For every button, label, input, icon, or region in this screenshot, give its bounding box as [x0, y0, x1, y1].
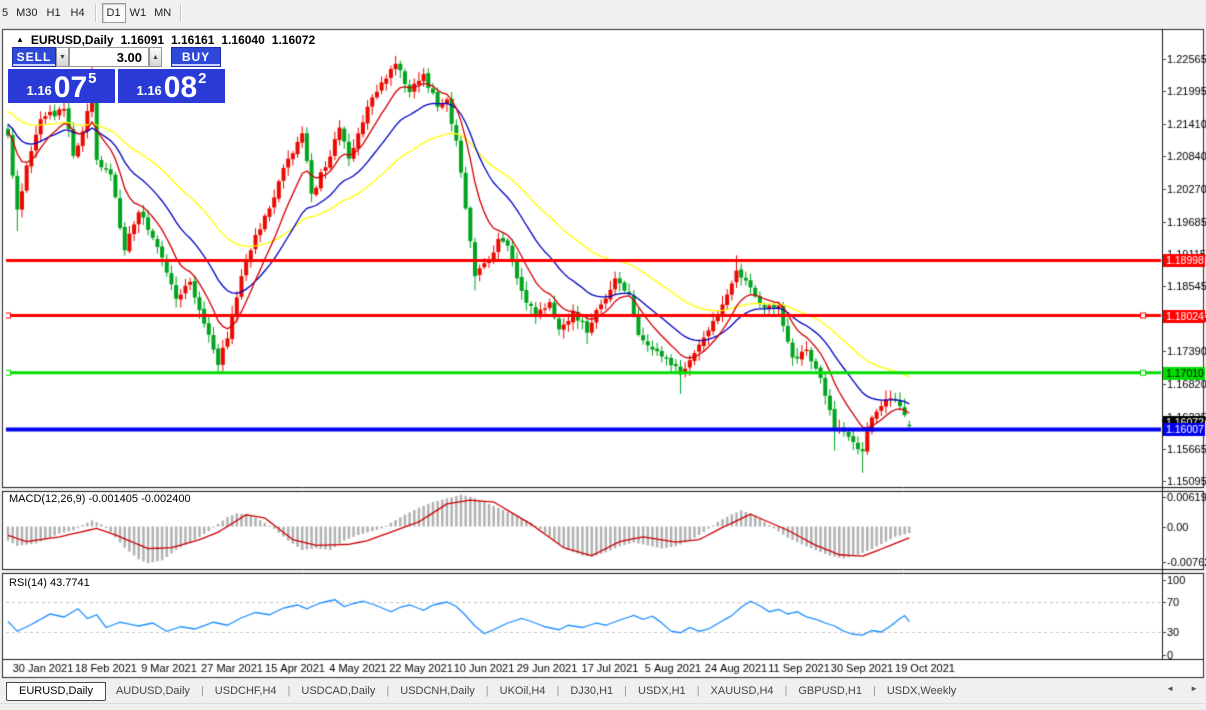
ohlc-low: 1.16040	[221, 33, 264, 47]
ohlc-high: 1.16161	[171, 33, 214, 47]
timeframe-toolbar: 5 M30H1H4 D1W1MN	[0, 0, 1206, 26]
timeframe-m5-clipped[interactable]: 5	[2, 4, 12, 22]
tab-usdx-h1[interactable]: USDX,H1	[628, 683, 696, 699]
rsi-indicator-label: RSI(14) 43.7741	[9, 577, 90, 589]
bid-price-pip-digit: 5	[88, 70, 96, 87]
ask-price-pip-digit: 2	[198, 70, 206, 87]
symbol-up-arrow-icon: ▲	[16, 35, 24, 44]
bid-price-prefix: 1.16	[26, 83, 51, 98]
ohlc-close: 1.16072	[272, 33, 315, 47]
price-chart-canvas[interactable]	[0, 0, 1206, 710]
ask-price-big-digits: 08	[164, 75, 197, 101]
tab-eurusd-daily[interactable]: EURUSD,Daily	[6, 682, 106, 701]
tab-usdx-weekly[interactable]: USDX,Weekly	[877, 683, 966, 699]
symbol-tab-bar: EURUSD,DailyAUDUSD,Daily|USDCHF,H4|USDCA…	[0, 679, 1206, 703]
bid-price-tile[interactable]: 1.16 07 5	[8, 69, 115, 103]
one-click-trading-panel: SELL ▼ 3.00 ▲ BUY 1.16 07 5 1.16 08 2	[8, 47, 226, 103]
timeframe-m30-button[interactable]: M30	[12, 4, 41, 22]
tab-gbpusd-h1[interactable]: GBPUSD,H1	[788, 683, 872, 699]
tab-ukoil-h4[interactable]: UKOil,H4	[490, 683, 556, 699]
timeframe-mn-button[interactable]: MN	[150, 4, 175, 22]
chart-symbol-period: EURUSD,Daily	[31, 33, 114, 47]
timeframe-w1-button[interactable]: W1	[126, 4, 151, 22]
ask-price-prefix: 1.16	[136, 83, 161, 98]
tab-usdcad-daily[interactable]: USDCAD,Daily	[291, 683, 385, 699]
sell-button[interactable]: SELL	[12, 47, 56, 67]
toolbar-separator	[180, 4, 182, 22]
tab-usdcnh-daily[interactable]: USDCNH,Daily	[390, 683, 485, 699]
ohlc-open: 1.16091	[121, 33, 164, 47]
timeframe-h1-button[interactable]: H1	[42, 4, 66, 22]
buy-button[interactable]: BUY	[171, 47, 221, 67]
timeframe-h4-button[interactable]: H4	[66, 4, 90, 22]
volume-input[interactable]: 3.00	[69, 47, 149, 67]
tab-dj30-h1[interactable]: DJ30,H1	[560, 683, 623, 699]
ask-price-tile[interactable]: 1.16 08 2	[118, 69, 225, 103]
tab-audusd-daily[interactable]: AUDUSD,Daily	[106, 683, 200, 699]
tab-scroll-left-icon[interactable]: ◄	[1166, 684, 1174, 693]
chart-title: ▲ EURUSD,Daily 1.16091 1.16161 1.16040 1…	[16, 33, 315, 47]
tab-scroll-right-icon[interactable]: ►	[1190, 684, 1198, 693]
volume-decrease-button[interactable]: ▼	[56, 47, 69, 67]
timeframe-d1-button[interactable]: D1	[102, 3, 126, 23]
macd-indicator-label: MACD(12,26,9) -0.001405 -0.002400	[9, 493, 191, 505]
bid-price-big-digits: 07	[54, 75, 87, 101]
tab-xauusd-h4[interactable]: XAUUSD,H4	[701, 683, 784, 699]
tab-scroll-buttons: ◄ ►	[1166, 684, 1198, 693]
status-strip	[0, 703, 1206, 710]
toolbar-separator	[95, 4, 97, 22]
volume-increase-button[interactable]: ▲	[149, 47, 162, 67]
tab-usdchf-h4[interactable]: USDCHF,H4	[205, 683, 287, 699]
